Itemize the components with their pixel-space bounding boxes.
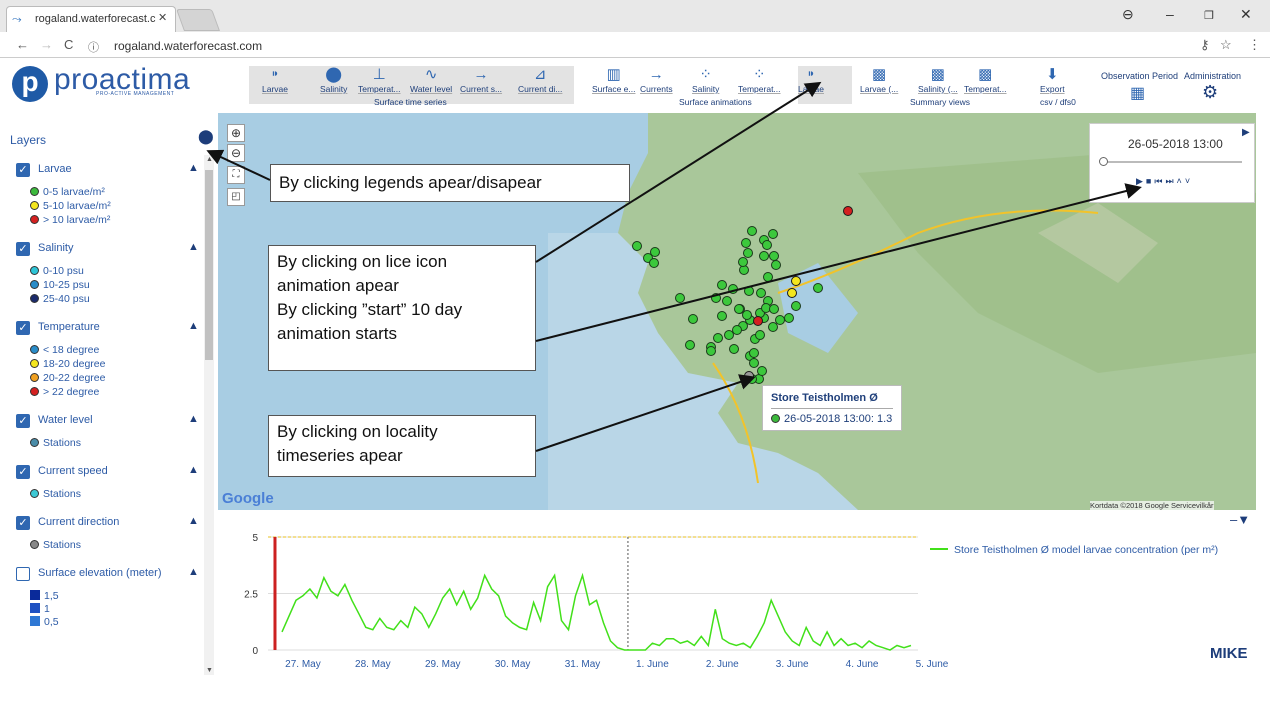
timeseries-chart: 0 2.5 5 27. May 28. May 29. May 30. May 31. May… bbox=[218, 515, 1270, 685]
x-tick-label: 30. May bbox=[495, 659, 531, 670]
x-tick-label: 27. May bbox=[285, 659, 321, 670]
x-tick-label: 5. June bbox=[916, 659, 949, 670]
x-tick-label: 3. June bbox=[776, 659, 809, 670]
x-tick-label: 29. May bbox=[425, 659, 461, 670]
arrow-locality bbox=[535, 374, 756, 452]
x-tick-label: 2. June bbox=[706, 659, 739, 670]
x-tick-label: 4. June bbox=[846, 659, 879, 670]
mike-logo: MIKE bbox=[1210, 645, 1248, 662]
chart-svg: 0 2.5 5 27. May 28. May 29. May 30. May 31. May… bbox=[244, 533, 1218, 670]
series-line bbox=[281, 572, 912, 651]
x-tick-label: 1. June bbox=[636, 659, 669, 670]
x-tick-label: 28. May bbox=[355, 659, 391, 670]
y-tick-label: 2.5 bbox=[244, 590, 258, 601]
y-tick-label: 5 bbox=[252, 533, 258, 544]
chart-collapse-icon[interactable]: –▼ bbox=[1230, 512, 1250, 527]
y-tick-label: 0 bbox=[252, 646, 258, 657]
legend-label: Store Teistholmen Ø model larvae concent… bbox=[954, 544, 1218, 556]
x-tick-label: 31. May bbox=[565, 659, 601, 670]
arrow-start bbox=[535, 183, 1142, 342]
arrow-legend bbox=[206, 149, 271, 181]
arrow-lice-icon bbox=[535, 81, 822, 263]
